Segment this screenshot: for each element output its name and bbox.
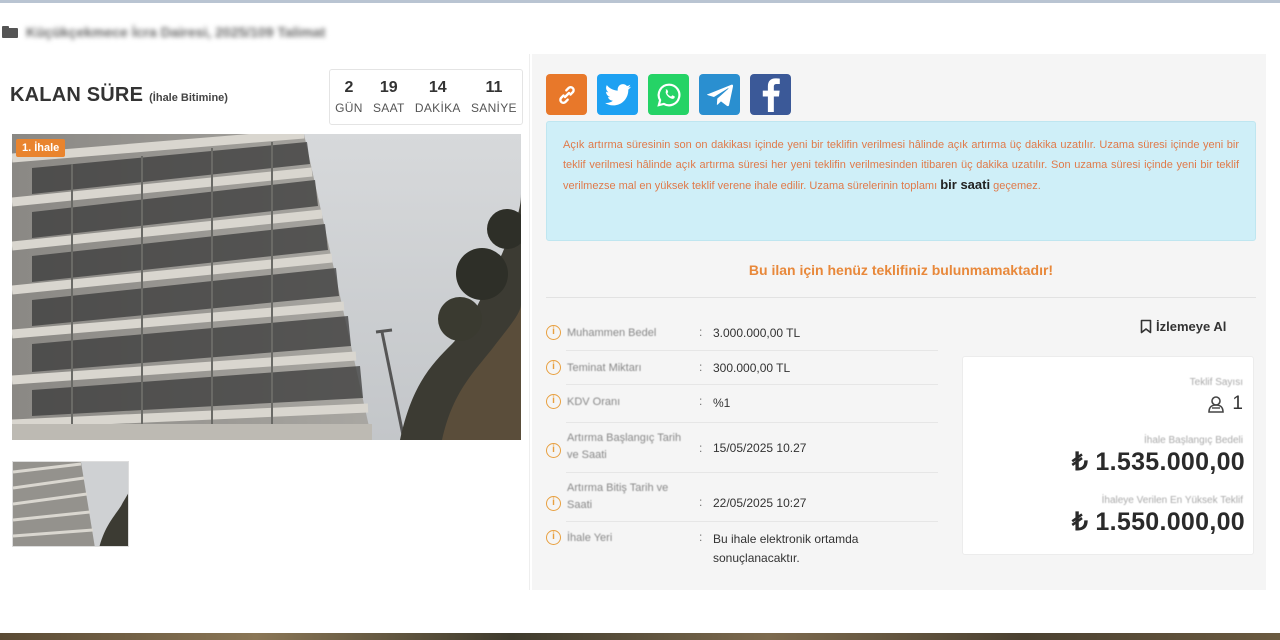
notice-text: Açık artırma süresinin son on dakikası i… (563, 139, 1239, 193)
bookmark-icon (1140, 319, 1152, 334)
countdown-subheading: (İhale Bitimine) (149, 92, 228, 104)
row-divider (566, 521, 938, 522)
info-icon: i (546, 325, 561, 340)
info-icon: i (546, 496, 561, 511)
notice-emphasis: bir saati (940, 177, 991, 193)
folder-icon (2, 26, 18, 38)
row-divider (566, 422, 938, 423)
whatsapp-share-button[interactable] (648, 74, 689, 115)
info-icon: i (546, 394, 561, 409)
bid-count-label: Teklif Sayısı (1189, 377, 1243, 388)
info-icon: i (546, 360, 561, 375)
twitter-icon (604, 83, 631, 105)
start-price-label: İhale Başlangıç Bedeli (1144, 435, 1243, 446)
bid-count: 1 (1206, 393, 1243, 415)
link-icon (558, 85, 575, 104)
countdown-timer: 2 GÜN 19 SAAT 14 DAKİKA 11 SANİYE (329, 69, 523, 125)
highest-bid: ₺ 1.550.000,00 (1071, 508, 1245, 536)
main-property-photo[interactable] (12, 134, 521, 440)
countdown-title: KALAN SÜRE (İhale Bitimine) (10, 84, 228, 107)
row-divider (566, 472, 938, 473)
twitter-share-button[interactable] (597, 74, 638, 115)
bottom-image-strip (0, 633, 1280, 640)
no-bid-message: Bu ilan için henüz teklifiniz bulunmamak… (748, 262, 1054, 278)
whatsapp-icon (656, 83, 680, 107)
facebook-share-button[interactable] (750, 74, 791, 115)
start-price: ₺ 1.535.000,00 (1071, 448, 1245, 476)
extension-rules-notice: Açık artırma süresinin son on dakikası i… (546, 121, 1256, 241)
countdown-seconds: 11 SANİYE (470, 79, 517, 115)
gavel-people-icon (1208, 396, 1225, 413)
countdown-days: 2 GÜN (335, 79, 363, 115)
breadcrumb-text[interactable]: Küçükçekmece İcra Dairesi, 2025/109 Tali… (26, 24, 325, 40)
countdown-hours: 19 SAAT (372, 79, 405, 115)
countdown-minutes: 14 DAKİKA (414, 79, 461, 115)
copy-link-button[interactable] (546, 74, 587, 115)
watch-label: İzlemeye Al (1156, 319, 1227, 334)
info-icon: i (546, 443, 561, 458)
divider (546, 297, 1256, 298)
countdown-heading: KALAN SÜRE (10, 84, 144, 106)
row-divider (566, 384, 938, 385)
info-icon: i (546, 530, 561, 545)
telegram-share-button[interactable] (699, 74, 740, 115)
photo-thumbnail[interactable] (12, 461, 129, 547)
telegram-icon (706, 84, 733, 106)
thumbnail-photo-svg (13, 462, 128, 546)
facebook-icon (762, 77, 780, 112)
breadcrumb: Küçükçekmece İcra Dairesi, 2025/109 Tali… (2, 22, 325, 42)
notice-text-end: geçemez. (993, 180, 1041, 193)
auction-summary-card: Teklif Sayısı 1 İhale Başlangıç Bedeli ₺… (962, 356, 1254, 555)
auction-round-badge: 1. İhale (16, 139, 66, 157)
building-photo-svg (12, 134, 521, 440)
add-to-watchlist-button[interactable]: İzlemeye Al (1140, 319, 1226, 334)
highest-bid-label: İhaleye Verilen En Yüksek Teklif (1101, 495, 1243, 506)
row-divider (566, 350, 938, 351)
